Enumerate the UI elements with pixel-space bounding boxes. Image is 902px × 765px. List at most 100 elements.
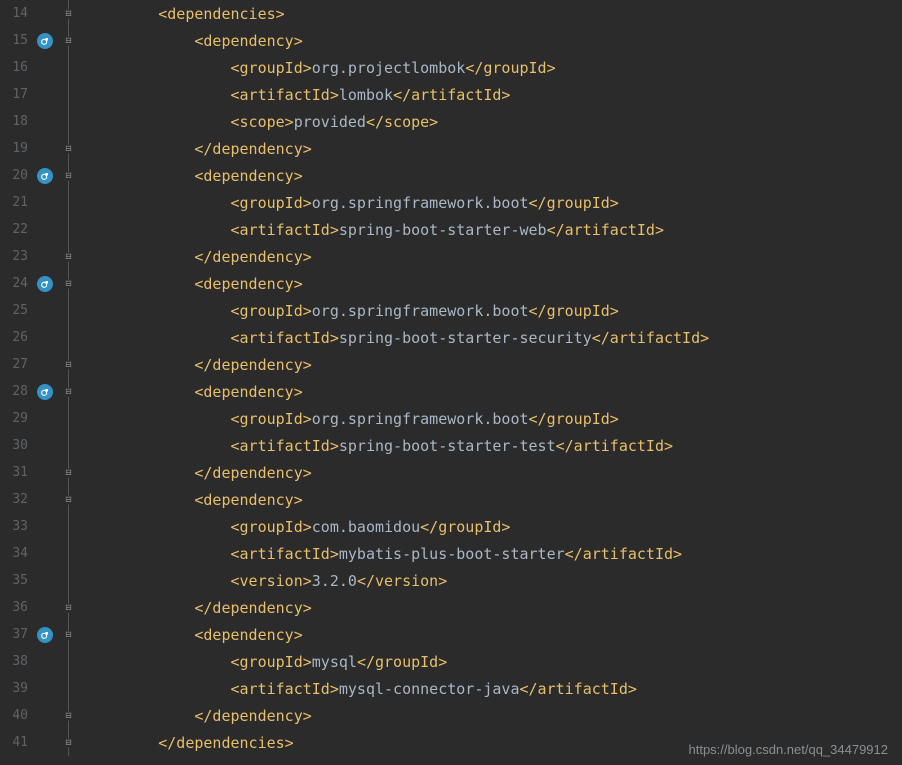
fold-gutter[interactable]: [60, 81, 82, 108]
code-line[interactable]: 38 <groupId>mysql</groupId>: [0, 648, 902, 675]
fold-open-icon[interactable]: ⊟: [64, 36, 73, 45]
code-line[interactable]: 18 <scope>provided</scope>: [0, 108, 902, 135]
code-line[interactable]: 32⊟ <dependency>: [0, 486, 902, 513]
fold-gutter[interactable]: [60, 189, 82, 216]
fold-open-icon[interactable]: ⊟: [64, 387, 73, 396]
fold-gutter[interactable]: ⊟: [60, 594, 82, 621]
fold-open-icon[interactable]: ⊟: [64, 279, 73, 288]
code-line[interactable]: 30 <artifactId>spring-boot-starter-test<…: [0, 432, 902, 459]
fold-gutter[interactable]: [60, 297, 82, 324]
code-line[interactable]: 20⊟ <dependency>: [0, 162, 902, 189]
code-content[interactable]: <artifactId>spring-boot-starter-security…: [82, 329, 902, 347]
maven-refresh-icon[interactable]: [37, 276, 53, 292]
code-content[interactable]: <dependency>: [82, 491, 902, 509]
fold-gutter[interactable]: ⊟: [60, 729, 82, 756]
code-content[interactable]: <dependency>: [82, 167, 902, 185]
code-content[interactable]: <artifactId>spring-boot-starter-web</art…: [82, 221, 902, 239]
maven-refresh-icon[interactable]: [37, 168, 53, 184]
fold-gutter[interactable]: ⊟: [60, 702, 82, 729]
fold-gutter[interactable]: [60, 405, 82, 432]
code-content[interactable]: <scope>provided</scope>: [82, 113, 902, 131]
fold-gutter[interactable]: ⊟: [60, 243, 82, 270]
code-content[interactable]: <groupId>org.projectlombok</groupId>: [82, 59, 902, 77]
code-line[interactable]: 39 <artifactId>mysql-connector-java</art…: [0, 675, 902, 702]
fold-gutter[interactable]: [60, 54, 82, 81]
code-line[interactable]: 26 <artifactId>spring-boot-starter-secur…: [0, 324, 902, 351]
code-content[interactable]: </dependency>: [82, 140, 902, 158]
code-content[interactable]: <artifactId>spring-boot-starter-test</ar…: [82, 437, 902, 455]
code-line[interactable]: 33 <groupId>com.baomidou</groupId>: [0, 513, 902, 540]
fold-gutter[interactable]: [60, 648, 82, 675]
code-content[interactable]: <dependency>: [82, 32, 902, 50]
fold-close-icon[interactable]: ⊟: [64, 360, 73, 369]
code-content[interactable]: <dependency>: [82, 275, 902, 293]
code-line[interactable]: 40⊟ </dependency>: [0, 702, 902, 729]
fold-gutter[interactable]: ⊟: [60, 486, 82, 513]
fold-gutter[interactable]: ⊟: [60, 621, 82, 648]
fold-gutter[interactable]: [60, 324, 82, 351]
code-content[interactable]: </dependency>: [82, 464, 902, 482]
code-line[interactable]: 37⊟ <dependency>: [0, 621, 902, 648]
code-content[interactable]: <groupId>mysql</groupId>: [82, 653, 902, 671]
code-line[interactable]: 14⊟ <dependencies>: [0, 0, 902, 27]
fold-gutter[interactable]: ⊟: [60, 459, 82, 486]
code-content[interactable]: <dependency>: [82, 626, 902, 644]
fold-open-icon[interactable]: ⊟: [64, 630, 73, 639]
code-content[interactable]: <artifactId>mysql-connector-java</artifa…: [82, 680, 902, 698]
code-line[interactable]: 34 <artifactId>mybatis-plus-boot-starter…: [0, 540, 902, 567]
code-line[interactable]: 23⊟ </dependency>: [0, 243, 902, 270]
code-line[interactable]: 15⊟ <dependency>: [0, 27, 902, 54]
code-line[interactable]: 19⊟ </dependency>: [0, 135, 902, 162]
code-content[interactable]: <groupId>com.baomidou</groupId>: [82, 518, 902, 536]
fold-close-icon[interactable]: ⊟: [64, 144, 73, 153]
fold-open-icon[interactable]: ⊟: [64, 495, 73, 504]
fold-gutter[interactable]: [60, 216, 82, 243]
code-content[interactable]: <groupId>org.springframework.boot</group…: [82, 302, 902, 320]
code-line[interactable]: 21 <groupId>org.springframework.boot</gr…: [0, 189, 902, 216]
fold-gutter[interactable]: [60, 540, 82, 567]
fold-gutter[interactable]: ⊟: [60, 162, 82, 189]
code-line[interactable]: 17 <artifactId>lombok</artifactId>: [0, 81, 902, 108]
code-content[interactable]: <dependencies>: [82, 5, 902, 23]
fold-gutter[interactable]: [60, 108, 82, 135]
fold-close-icon[interactable]: ⊟: [64, 468, 73, 477]
fold-gutter[interactable]: ⊟: [60, 27, 82, 54]
fold-gutter[interactable]: [60, 567, 82, 594]
code-content[interactable]: <artifactId>mybatis-plus-boot-starter</a…: [82, 545, 902, 563]
code-line[interactable]: 22 <artifactId>spring-boot-starter-web</…: [0, 216, 902, 243]
code-content[interactable]: <groupId>org.springframework.boot</group…: [82, 410, 902, 428]
fold-gutter[interactable]: ⊟: [60, 378, 82, 405]
fold-close-icon[interactable]: ⊟: [64, 738, 73, 747]
code-content[interactable]: <dependency>: [82, 383, 902, 401]
code-content[interactable]: </dependency>: [82, 356, 902, 374]
code-line[interactable]: 31⊟ </dependency>: [0, 459, 902, 486]
code-line[interactable]: 27⊟ </dependency>: [0, 351, 902, 378]
fold-gutter[interactable]: ⊟: [60, 351, 82, 378]
code-line[interactable]: 16 <groupId>org.projectlombok</groupId>: [0, 54, 902, 81]
fold-close-icon[interactable]: ⊟: [64, 603, 73, 612]
fold-open-icon[interactable]: ⊟: [64, 9, 73, 18]
code-content[interactable]: <version>3.2.0</version>: [82, 572, 902, 590]
code-content[interactable]: <groupId>org.springframework.boot</group…: [82, 194, 902, 212]
fold-close-icon[interactable]: ⊟: [64, 711, 73, 720]
code-line[interactable]: 29 <groupId>org.springframework.boot</gr…: [0, 405, 902, 432]
code-content[interactable]: </dependency>: [82, 248, 902, 266]
fold-gutter[interactable]: [60, 432, 82, 459]
code-line[interactable]: 36⊟ </dependency>: [0, 594, 902, 621]
maven-refresh-icon[interactable]: [37, 384, 53, 400]
code-line[interactable]: 25 <groupId>org.springframework.boot</gr…: [0, 297, 902, 324]
fold-gutter[interactable]: [60, 513, 82, 540]
code-content[interactable]: </dependency>: [82, 707, 902, 725]
fold-gutter[interactable]: ⊟: [60, 135, 82, 162]
fold-gutter[interactable]: ⊟: [60, 270, 82, 297]
fold-open-icon[interactable]: ⊟: [64, 171, 73, 180]
code-line[interactable]: 24⊟ <dependency>: [0, 270, 902, 297]
code-line[interactable]: 28⊟ <dependency>: [0, 378, 902, 405]
fold-close-icon[interactable]: ⊟: [64, 252, 73, 261]
fold-gutter[interactable]: [60, 675, 82, 702]
code-content[interactable]: <artifactId>lombok</artifactId>: [82, 86, 902, 104]
maven-refresh-icon[interactable]: [37, 33, 53, 49]
code-content[interactable]: </dependency>: [82, 599, 902, 617]
code-editor[interactable]: 14⊟ <dependencies>15⊟ <dependency>16 <gr…: [0, 0, 902, 765]
code-line[interactable]: 35 <version>3.2.0</version>: [0, 567, 902, 594]
